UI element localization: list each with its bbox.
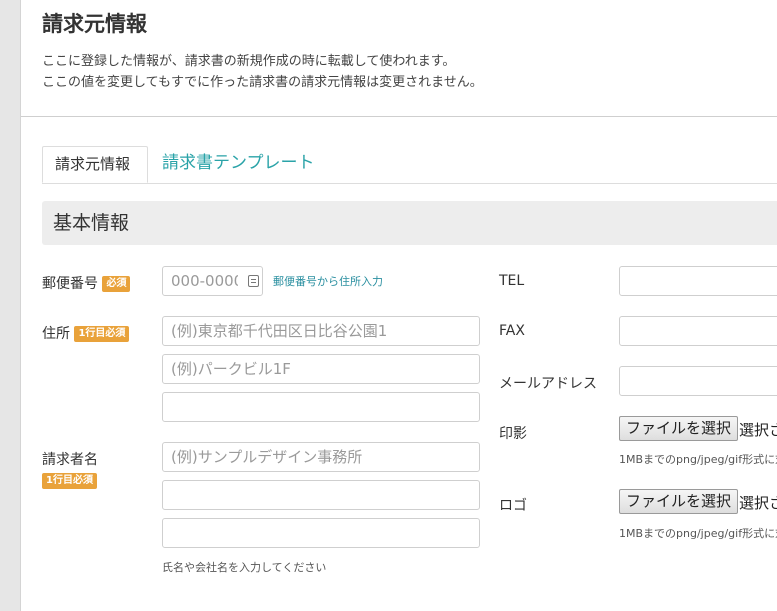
billing-name-label: 請求者名 (42, 452, 98, 468)
postal-code-label-text: 郵便番号 (42, 276, 98, 292)
address-line3-input[interactable] (162, 392, 480, 422)
page-title: 請求元情報 (42, 12, 147, 36)
billing-name-hint: 氏名や会社名を入力してください (162, 561, 327, 574)
logo-label: ロゴ (499, 498, 527, 514)
fax-label: FAX (499, 323, 525, 339)
address-line2-input[interactable] (162, 354, 480, 384)
seal-no-file-text: 選択さ (739, 421, 777, 439)
header-divider (21, 116, 777, 117)
seal-file-button[interactable]: ファイルを選択 (619, 416, 739, 441)
seal-hint: 1MBまでのpng/jpeg/gif形式に対 (619, 453, 777, 466)
email-label: メールアドレス (499, 376, 597, 392)
section-header: 基本情報 (42, 201, 777, 245)
billing-name-line2-input[interactable] (162, 480, 480, 510)
tabs-baseline (42, 183, 777, 184)
required-badge: 必須 (102, 276, 131, 292)
required-first-line-badge: 1行目必須 (42, 473, 97, 489)
postal-code-label: 郵便番号 必須 (42, 273, 131, 293)
logo-hint: 1MBまでのpng/jpeg/gif形式に対 (619, 527, 777, 540)
required-first-line-badge: 1行目必須 (74, 326, 130, 342)
fax-input[interactable] (619, 316, 777, 346)
billing-name-line1-input[interactable] (162, 442, 480, 472)
address-line1-input[interactable] (162, 316, 480, 346)
logo-no-file-text: 選択さ (739, 494, 777, 512)
tab-invoice-template[interactable]: 請求書テンプレート (150, 146, 327, 183)
postal-picker-icon[interactable] (248, 275, 259, 287)
address-label: 住所 1行目必須 (42, 323, 130, 343)
page-description-line2: ここの値を変更してもすでに作った請求書の請求元情報は変更されません。 (42, 75, 483, 90)
tel-label: TEL (499, 273, 525, 289)
billing-name-line3-input[interactable] (162, 518, 480, 548)
logo-file-button[interactable]: ファイルを選択 (619, 489, 739, 514)
tel-input[interactable] (619, 266, 777, 296)
email-input[interactable] (619, 366, 777, 396)
left-gutter (0, 0, 21, 611)
section-title: 基本情報 (53, 212, 130, 234)
page-description-line1: ここに登録した情報が、請求書の新規作成の時に転載して使われます。 (42, 54, 456, 69)
seal-label: 印影 (499, 426, 527, 442)
postal-lookup-link[interactable]: 郵便番号から住所入力 (273, 273, 383, 289)
address-label-text: 住所 (42, 326, 70, 342)
tab-billing-info[interactable]: 請求元情報 (42, 146, 148, 183)
